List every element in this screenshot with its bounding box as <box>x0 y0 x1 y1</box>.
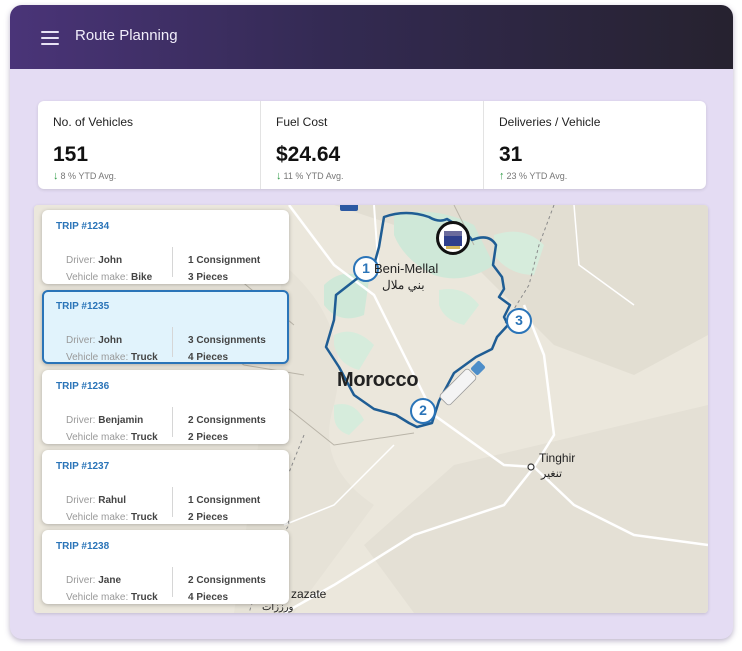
driver-label: Driver: <box>66 335 96 346</box>
trip-id: TRIP #1237 <box>56 461 110 472</box>
app-window: Route Planning No. of Vehicles 151 ↓ 8 %… <box>10 5 733 639</box>
consignment-count: 2 Consignments <box>188 575 266 586</box>
vehicle-label: Vehicle make: <box>66 352 129 363</box>
top-bar: Route Planning <box>10 5 733 69</box>
vehicle-label: Vehicle make: <box>66 512 129 523</box>
stat-delta: ↓ 8 % YTD Avg. <box>53 169 245 182</box>
hamburger-menu-icon[interactable] <box>41 31 59 45</box>
stat-delta-text: 8 % YTD Avg. <box>60 171 117 181</box>
vehicle-row: Vehicle make: Truck <box>66 512 158 523</box>
stat-deliveries: Deliveries / Vehicle 31 ↑ 23 % YTD Avg. <box>483 101 706 189</box>
road-shield-icon <box>340 205 358 211</box>
vehicle-label: Vehicle make: <box>66 272 129 283</box>
city-label: zazate <box>291 587 327 601</box>
vehicle-row: Vehicle make: Truck <box>66 352 158 363</box>
divider <box>172 567 173 597</box>
arrow-down-icon: ↓ <box>276 169 282 182</box>
consignment-count: 2 Consignments <box>188 415 266 426</box>
driver-label: Driver: <box>66 495 96 506</box>
vehicle-make: Truck <box>131 352 158 363</box>
consignment-count: 1 Consignment <box>188 255 261 266</box>
piece-count: 4 Pieces <box>188 352 229 363</box>
stat-delta: ↓ 11 % YTD Avg. <box>276 169 468 182</box>
trip-id: TRIP #1238 <box>56 541 110 552</box>
divider <box>172 487 173 517</box>
stat-value: $24.64 <box>276 143 341 166</box>
trip-card-selected[interactable]: TRIP #1235 Driver: John Vehicle make: Tr… <box>42 290 289 364</box>
driver-row: Driver: Rahul <box>66 495 126 506</box>
divider <box>172 247 173 277</box>
vehicle-make: Truck <box>131 592 158 603</box>
stat-fuel-cost: Fuel Cost $24.64 ↓ 11 % YTD Avg. <box>260 101 483 189</box>
piece-count: 4 Pieces <box>188 592 229 603</box>
stat-value: 151 <box>53 143 89 166</box>
trip-card[interactable]: TRIP #1236 Driver: Benjamin Vehicle make… <box>42 370 289 444</box>
vehicle-make: Bike <box>131 272 153 283</box>
trip-id: TRIP #1236 <box>56 381 110 392</box>
consignment-count: 1 Consignment <box>188 495 261 506</box>
vehicle-row: Vehicle make: Truck <box>66 592 158 603</box>
stat-delta: ↑ 23 % YTD Avg. <box>499 169 691 182</box>
arrow-down-icon: ↓ <box>53 169 59 182</box>
trip-card[interactable]: TRIP #1234 Driver: John Vehicle make: Bi… <box>42 210 289 284</box>
consignment-count: 3 Consignments <box>188 335 266 346</box>
driver-row: Driver: Benjamin <box>66 415 143 426</box>
stat-label: No. of Vehicles <box>53 115 134 129</box>
stat-delta-text: 23 % YTD Avg. <box>506 171 568 181</box>
trip-id: TRIP #1235 <box>56 301 110 312</box>
divider <box>172 327 173 357</box>
country-label: Morocco <box>337 369 419 391</box>
driver-name: Benjamin <box>98 415 144 426</box>
trip-id: TRIP #1234 <box>56 221 110 232</box>
driver-name: Jane <box>98 575 122 586</box>
city-label: Tinghir <box>539 451 576 465</box>
divider <box>172 407 173 437</box>
vehicle-label: Vehicle make: <box>66 432 129 443</box>
page-title: Route Planning <box>75 27 178 44</box>
arrow-up-icon: ↑ <box>499 169 505 182</box>
vehicle-row: Vehicle make: Bike <box>66 272 152 283</box>
trip-card[interactable]: TRIP #1237 Driver: Rahul Vehicle make: T… <box>42 450 289 524</box>
landmark-icon <box>436 221 470 255</box>
route-stop-marker[interactable]: 3 <box>506 308 532 334</box>
stat-delta-text: 11 % YTD Avg. <box>283 171 344 181</box>
driver-label: Driver: <box>66 415 96 426</box>
stat-vehicles: No. of Vehicles 151 ↓ 8 % YTD Avg. <box>38 101 260 189</box>
vehicle-make: Truck <box>131 432 158 443</box>
city-label-arabic: بني ملال <box>382 278 425 292</box>
route-map[interactable]: 1 2 3 Beni-Mellal بني ملال Morocco Tingh… <box>34 205 708 613</box>
driver-row: Driver: John <box>66 255 122 266</box>
trip-card[interactable]: TRIP #1238 Driver: Jane Vehicle make: Tr… <box>42 530 289 604</box>
piece-count: 2 Pieces <box>188 512 229 523</box>
stats-panel: No. of Vehicles 151 ↓ 8 % YTD Avg. Fuel … <box>38 101 706 189</box>
piece-count: 3 Pieces <box>188 272 229 283</box>
driver-row: Driver: Jane <box>66 575 121 586</box>
driver-name: John <box>98 335 123 346</box>
driver-name: Rahul <box>98 495 127 506</box>
vehicle-make: Truck <box>131 512 158 523</box>
city-label: Beni-Mellal <box>374 261 439 276</box>
driver-label: Driver: <box>66 255 96 266</box>
stat-label: Fuel Cost <box>276 115 328 129</box>
piece-count: 2 Pieces <box>188 432 229 443</box>
city-label-arabic: تنغير <box>541 468 563 480</box>
vehicle-row: Vehicle make: Truck <box>66 432 158 443</box>
vehicle-label: Vehicle make: <box>66 592 129 603</box>
route-stop-marker[interactable]: 2 <box>410 398 436 424</box>
driver-name: John <box>98 255 123 266</box>
stat-value: 31 <box>499 143 523 166</box>
driver-row: Driver: John <box>66 335 122 346</box>
stat-label: Deliveries / Vehicle <box>499 115 601 129</box>
driver-label: Driver: <box>66 575 96 586</box>
